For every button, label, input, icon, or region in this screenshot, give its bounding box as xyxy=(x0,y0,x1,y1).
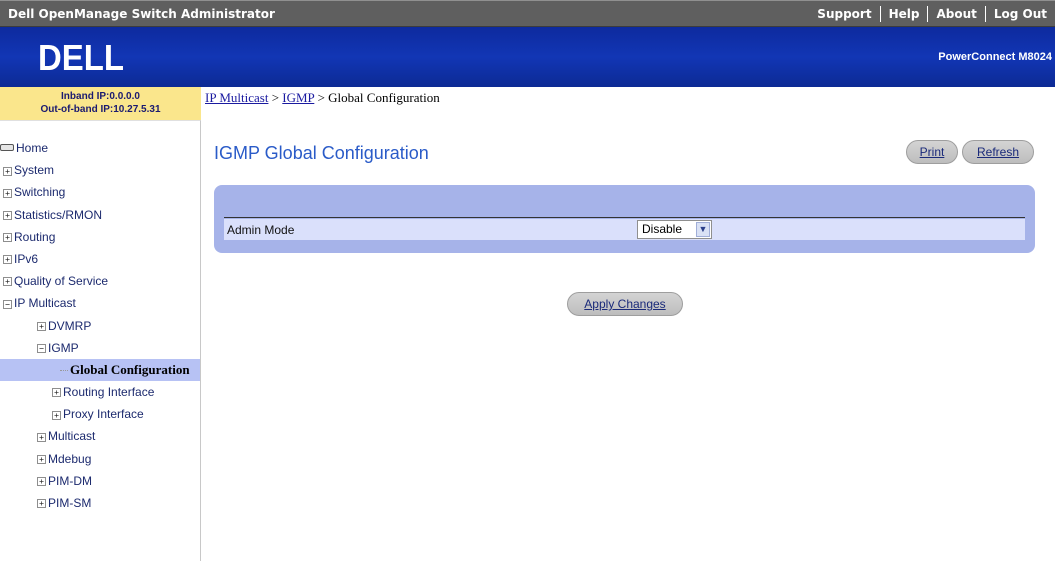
admin-mode-value: Disable xyxy=(642,222,683,236)
outofband-ip: Out-of-band IP:10.27.5.31 xyxy=(40,104,161,115)
sidebar-item-global-configuration[interactable]: Global Configuration xyxy=(0,358,200,382)
expand-icon[interactable]: + xyxy=(3,277,12,287)
sidebar-item-label: Global Configuration xyxy=(70,361,190,377)
expand-icon[interactable]: + xyxy=(3,166,12,176)
dell-logo: DELL xyxy=(38,39,124,75)
sidebar-item-dvmrp[interactable]: + DVMRP xyxy=(0,315,200,337)
sidebar-item-label: IGMP xyxy=(48,340,79,355)
breadcrumb-current: Global Configuration xyxy=(328,90,440,105)
sidebar-item-label: Proxy Interface xyxy=(63,407,144,422)
print-button[interactable]: Print xyxy=(906,140,958,164)
sidebar-item-ip-multicast[interactable]: − IP Multicast xyxy=(0,292,200,314)
breadcrumb-separator: > xyxy=(317,90,325,105)
breadcrumb: IP Multicast > IGMP > Global Configurati… xyxy=(205,90,440,106)
banner: DELL PowerConnect M8024 xyxy=(0,27,1055,87)
svg-text:DELL: DELL xyxy=(38,39,124,75)
home-icon xyxy=(0,144,14,152)
inband-ip: Inband IP:0.0.0.0 xyxy=(61,91,140,102)
app-title: Dell OpenManage Switch Administrator xyxy=(8,7,275,21)
sidebar-item-qos[interactable]: + Quality of Service xyxy=(0,270,200,292)
sidebar-item-label: IPv6 xyxy=(14,251,39,266)
expand-icon[interactable]: + xyxy=(52,410,61,420)
top-links: Support Help About Log Out xyxy=(809,1,1055,27)
expand-icon[interactable]: + xyxy=(37,321,46,331)
logout-link[interactable]: Log Out xyxy=(984,6,1055,22)
nav-tree: Home + System + Switching + Statistics/RMON… xyxy=(0,137,200,514)
sidebar-item-label: Mdebug xyxy=(48,451,92,466)
about-link[interactable]: About xyxy=(927,6,984,22)
sidebar-item-home[interactable]: Home xyxy=(0,137,200,159)
top-bar: Dell OpenManage Switch Administrator Sup… xyxy=(0,0,1055,27)
expand-icon[interactable]: + xyxy=(3,255,12,265)
product-name: PowerConnect M8024 xyxy=(938,51,1052,63)
admin-mode-label: Admin Mode xyxy=(227,223,295,237)
expand-icon[interactable]: + xyxy=(52,388,61,398)
sidebar-item-label: Routing xyxy=(14,229,56,244)
ip-info-box: Inband IP:0.0.0.0 Out-of-band IP:10.27.5… xyxy=(0,87,201,120)
sidebar-item-label: Multicast xyxy=(48,429,96,444)
sidebar-item-label: Switching xyxy=(14,185,66,200)
sidebar-item-pim-dm[interactable]: + PIM-DM xyxy=(0,470,200,492)
sidebar-item-label: Home xyxy=(16,141,49,155)
sidebar-item-label: Quality of Service xyxy=(14,274,109,289)
expand-icon[interactable]: + xyxy=(37,454,46,464)
sidebar-item-multicast[interactable]: + Multicast xyxy=(0,425,200,447)
apply-changes-button[interactable]: Apply Changes xyxy=(567,292,683,316)
breadcrumb-separator: > xyxy=(271,90,280,105)
expand-icon[interactable]: + xyxy=(3,188,12,198)
chevron-down-icon[interactable]: ▼ xyxy=(696,222,710,237)
sidebar-item-igmp[interactable]: − IGMP xyxy=(0,337,200,359)
sidebar-item-ipv6[interactable]: + IPv6 xyxy=(0,248,200,270)
sidebar-item-label: Statistics/RMON xyxy=(14,207,103,222)
collapse-icon[interactable]: − xyxy=(37,344,46,354)
expand-icon[interactable]: + xyxy=(3,210,12,220)
sidebar-item-label: IP Multicast xyxy=(14,296,76,311)
help-link[interactable]: Help xyxy=(879,6,928,22)
expand-icon[interactable]: + xyxy=(37,477,46,487)
tree-connector xyxy=(60,370,68,372)
sidebar-item-system[interactable]: + System xyxy=(0,159,200,181)
sidebar-item-routing-interface[interactable]: + Routing Interface xyxy=(0,381,200,403)
sidebar: Home + System + Switching + Statistics/RMON… xyxy=(0,120,201,561)
page-title: IGMP Global Configuration xyxy=(214,143,429,163)
admin-mode-select[interactable]: Disable ▼ xyxy=(637,220,712,239)
breadcrumb-ip-multicast[interactable]: IP Multicast xyxy=(205,90,268,105)
sidebar-item-label: PIM-SM xyxy=(48,496,92,510)
sidebar-item-label: Routing Interface xyxy=(63,385,155,400)
panel-divider xyxy=(224,217,1025,218)
config-panel: Admin Mode Disable ▼ xyxy=(214,185,1035,253)
sidebar-item-label: DVMRP xyxy=(48,318,92,333)
expand-icon[interactable]: + xyxy=(3,233,12,243)
sidebar-item-label: PIM-DM xyxy=(48,473,92,488)
sidebar-item-routing[interactable]: + Routing xyxy=(0,226,200,248)
collapse-icon[interactable]: − xyxy=(3,299,12,309)
expand-icon[interactable]: + xyxy=(37,432,46,442)
admin-mode-row: Admin Mode Disable ▼ xyxy=(224,219,1025,240)
sidebar-item-switching[interactable]: + Switching xyxy=(0,181,200,203)
sidebar-item-statistics-rmon[interactable]: + Statistics/RMON xyxy=(0,204,200,226)
expand-icon[interactable]: + xyxy=(37,499,46,509)
support-link[interactable]: Support xyxy=(809,6,879,22)
sidebar-item-proxy-interface[interactable]: + Proxy Interface xyxy=(0,403,200,425)
sidebar-item-pim-sm[interactable]: + PIM-SM xyxy=(0,492,200,514)
refresh-button[interactable]: Refresh xyxy=(962,140,1034,164)
sidebar-item-label: System xyxy=(14,163,55,178)
sidebar-item-mdebug[interactable]: + Mdebug xyxy=(0,448,200,470)
breadcrumb-igmp[interactable]: IGMP xyxy=(282,90,314,105)
